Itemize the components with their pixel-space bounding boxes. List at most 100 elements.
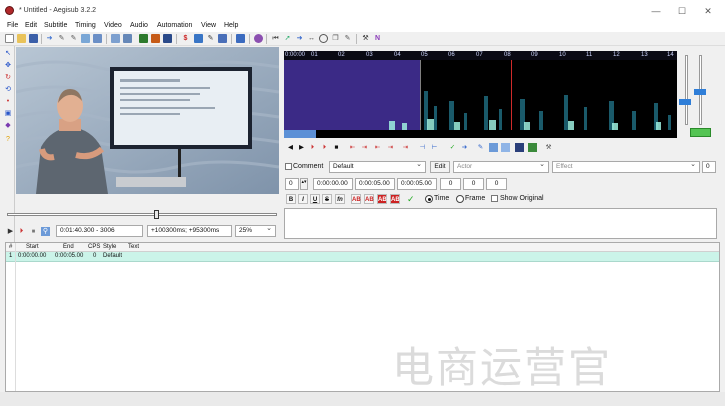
help-question-icon[interactable]: ?: [4, 136, 12, 144]
underline-button[interactable]: U: [310, 194, 320, 204]
clip-icon[interactable]: ▣: [4, 110, 12, 118]
save-icon[interactable]: [29, 34, 38, 43]
close-button[interactable]: ✕: [696, 4, 720, 18]
options-icon[interactable]: ➚: [283, 34, 292, 43]
resample-icon[interactable]: [194, 34, 203, 43]
drag-tool-icon[interactable]: ✥: [4, 62, 12, 70]
audio-zoom-slider[interactable]: [685, 55, 688, 125]
medusa-icon[interactable]: [528, 143, 537, 152]
layer-field[interactable]: 0: [285, 178, 299, 190]
rotate-xy-icon[interactable]: ⟲: [4, 86, 12, 94]
menu-edit[interactable]: Edit: [25, 22, 37, 29]
style-select[interactable]: Default: [329, 161, 426, 173]
sort-icon[interactable]: [218, 34, 227, 43]
end-time-field[interactable]: 0:00:05.00: [355, 178, 395, 190]
audio-options-icon[interactable]: ⚒: [544, 143, 553, 152]
play-icon[interactable]: ▶: [6, 227, 15, 236]
play-to-end-icon[interactable]: ⇥: [401, 143, 410, 152]
secondary-color-button[interactable]: AB: [364, 194, 374, 204]
video-seek-thumb[interactable]: [154, 210, 159, 219]
stop-icon[interactable]: ⏸: [29, 227, 38, 236]
spectrum-mode-icon[interactable]: [501, 143, 510, 152]
video-time-display[interactable]: 0:01:40.300 - 3006: [56, 225, 143, 237]
primary-color-button[interactable]: AB: [351, 194, 361, 204]
autocommit-icon[interactable]: ✎: [476, 143, 485, 152]
translation-icon[interactable]: [111, 34, 120, 43]
video-seek-slider[interactable]: [7, 213, 277, 216]
assistant-icon[interactable]: [139, 34, 148, 43]
commit-icon[interactable]: ✓: [448, 143, 457, 152]
styles-icon[interactable]: ✎: [57, 34, 66, 43]
timing-icon[interactable]: [151, 34, 160, 43]
menu-audio[interactable]: Audio: [130, 22, 148, 29]
effect-combobox[interactable]: Effect: [552, 161, 700, 173]
audio-spectrum-display[interactable]: [284, 51, 677, 138]
comment-checkbox[interactable]: [285, 163, 292, 170]
audio-volume-thumb[interactable]: [694, 89, 706, 95]
play-before-end-icon[interactable]: ⇤: [373, 143, 382, 152]
play-line-icon[interactable]: ⏵: [17, 227, 26, 236]
karaoke-icon[interactable]: [515, 143, 524, 152]
scale-icon[interactable]: •: [4, 98, 12, 106]
vector-clip-icon[interactable]: ◆: [4, 122, 12, 130]
next-line-icon[interactable]: ▶: [297, 143, 306, 152]
rotate-z-icon[interactable]: ↻: [4, 74, 12, 82]
margin-field[interactable]: 0: [702, 161, 716, 173]
menu-view[interactable]: View: [201, 22, 216, 29]
show-original-checkbox[interactable]: [491, 195, 498, 202]
fonts-icon[interactable]: [93, 34, 102, 43]
minimize-button[interactable]: —: [644, 4, 668, 18]
font-button[interactable]: fn: [335, 194, 345, 204]
audio-link-toggle[interactable]: [690, 128, 711, 137]
attachments-icon[interactable]: [81, 34, 90, 43]
menu-video[interactable]: Video: [104, 22, 122, 29]
layer-spinner[interactable]: ▴▾: [300, 178, 308, 190]
frame-radio[interactable]: [456, 195, 464, 203]
menu-automation[interactable]: Automation: [157, 22, 192, 29]
color-icon[interactable]: [254, 34, 263, 43]
select-icon[interactable]: ✎: [206, 34, 215, 43]
spellcheck-icon[interactable]: [123, 34, 132, 43]
margin-left-field[interactable]: 0: [440, 178, 461, 190]
commit-check-icon[interactable]: ✓: [407, 194, 415, 205]
subtitle-grid[interactable]: # Start End CPS Style Text 1 0:00:00.00 …: [5, 242, 720, 392]
video-offset-display[interactable]: +100300ms; +95300ms: [147, 225, 232, 237]
autoscroll-audio-icon[interactable]: [489, 143, 498, 152]
shadow-color-button[interactable]: AB: [390, 194, 400, 204]
menu-subtitle[interactable]: Subtitle: [44, 22, 67, 29]
ttf-icon[interactable]: N: [373, 34, 382, 43]
table-row[interactable]: 1 0:00:00.00 0:00:05.00 0 Default: [6, 252, 719, 262]
standard-tool-icon[interactable]: ↖: [4, 50, 12, 58]
play-selection-icon[interactable]: ⏵: [308, 143, 317, 152]
snap-end-icon[interactable]: ⊢: [430, 143, 439, 152]
menu-help[interactable]: Help: [224, 22, 238, 29]
dummy-icon[interactable]: [236, 34, 245, 43]
strikeout-button[interactable]: S: [322, 194, 332, 204]
maximize-button[interactable]: ☐: [670, 4, 694, 18]
lua-icon[interactable]: ❐: [331, 34, 340, 43]
prev-line-icon[interactable]: ◀: [286, 143, 295, 152]
menu-timing[interactable]: Timing: [75, 22, 96, 29]
subtitle-text-editor[interactable]: [284, 208, 717, 239]
open-file-icon[interactable]: [17, 34, 26, 43]
play-line-audio-icon[interactable]: ⏵: [320, 143, 329, 152]
actor-combobox[interactable]: Actor: [453, 161, 549, 173]
play-after-end-icon[interactable]: ⇥: [386, 143, 395, 152]
help-icon[interactable]: ✎: [343, 34, 352, 43]
video-zoom-select[interactable]: 25%: [235, 225, 276, 237]
video-display[interactable]: [16, 47, 279, 194]
audio-zoom-thumb[interactable]: [679, 99, 691, 105]
start-time-field[interactable]: 0:00:00.00: [313, 178, 353, 190]
config-icon[interactable]: ⚒: [361, 34, 370, 43]
margin-right-field[interactable]: 0: [463, 178, 484, 190]
italic-button[interactable]: I: [298, 194, 308, 204]
margin-vertical-field[interactable]: 0: [486, 178, 507, 190]
find-icon[interactable]: ↔: [307, 34, 316, 43]
menu-file[interactable]: File: [7, 22, 18, 29]
new-file-icon[interactable]: [5, 34, 14, 43]
play-after-start-icon[interactable]: ⇥: [360, 143, 369, 152]
snap-start-icon[interactable]: ⊣: [418, 143, 427, 152]
duration-field[interactable]: 0:00:05.00: [397, 178, 437, 190]
replace-icon[interactable]: [319, 34, 328, 43]
outline-color-button[interactable]: AB: [377, 194, 387, 204]
